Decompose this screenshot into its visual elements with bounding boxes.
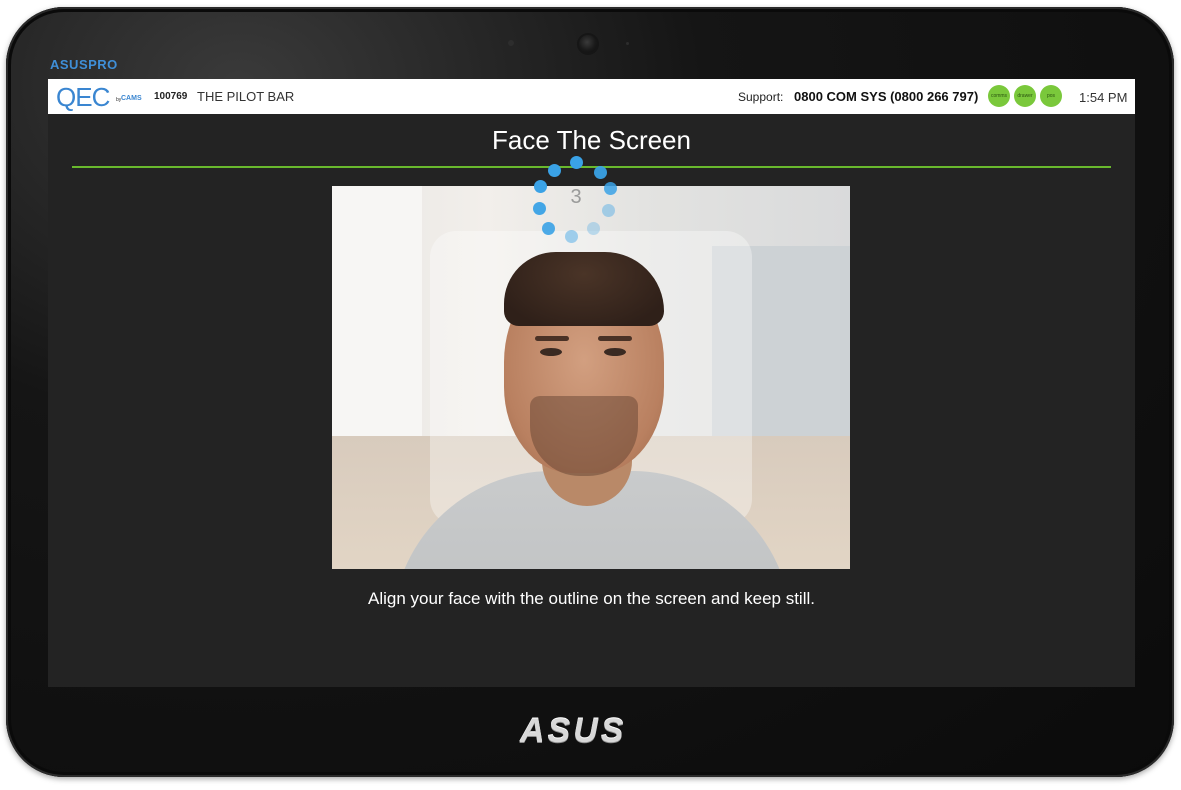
qec-logo: QEC [56, 82, 110, 112]
asus-logo: ASUS [520, 712, 627, 750]
status-indicator-pos[interactable]: pos [1040, 85, 1062, 107]
logo-company: CAMS [121, 95, 142, 102]
spinner-dot [587, 222, 600, 235]
spinner-dot [565, 230, 578, 243]
light-sensor [508, 40, 514, 46]
person-eye-left [540, 348, 562, 356]
asuspro-logo: ASUSPRO [50, 57, 118, 72]
site-id: 100769 [154, 91, 188, 102]
person-brow-left [535, 336, 569, 341]
person-eye-right [604, 348, 626, 356]
status-indicator-comms[interactable]: comms [988, 85, 1010, 107]
site-name: THE PILOT BAR [197, 89, 295, 104]
indicator-light [626, 42, 629, 45]
spinner-dot [594, 166, 607, 179]
support-phone: 0800 COM SYS (0800 266 797) [794, 89, 979, 104]
spinner-dot [570, 156, 583, 169]
app-screen: QEC by CAMS 100769 THE PILOT BAR Support… [48, 79, 1135, 687]
support-label: Support: [738, 90, 784, 104]
instruction-text: Align your face with the outline on the … [368, 589, 815, 608]
top-bar: QEC by CAMS 100769 THE PILOT BAR Support… [48, 79, 1135, 114]
person-brow-right [598, 336, 632, 341]
countdown-spinner: 3 [530, 152, 622, 244]
status-indicator-drawer[interactable]: drawer [1014, 85, 1036, 107]
spinner-dot [548, 164, 561, 177]
front-camera [579, 35, 597, 53]
clock: 1:54 PM [1079, 90, 1128, 105]
countdown-number: 3 [570, 186, 582, 208]
person-hair [504, 252, 664, 326]
spinner-dot [542, 222, 555, 235]
